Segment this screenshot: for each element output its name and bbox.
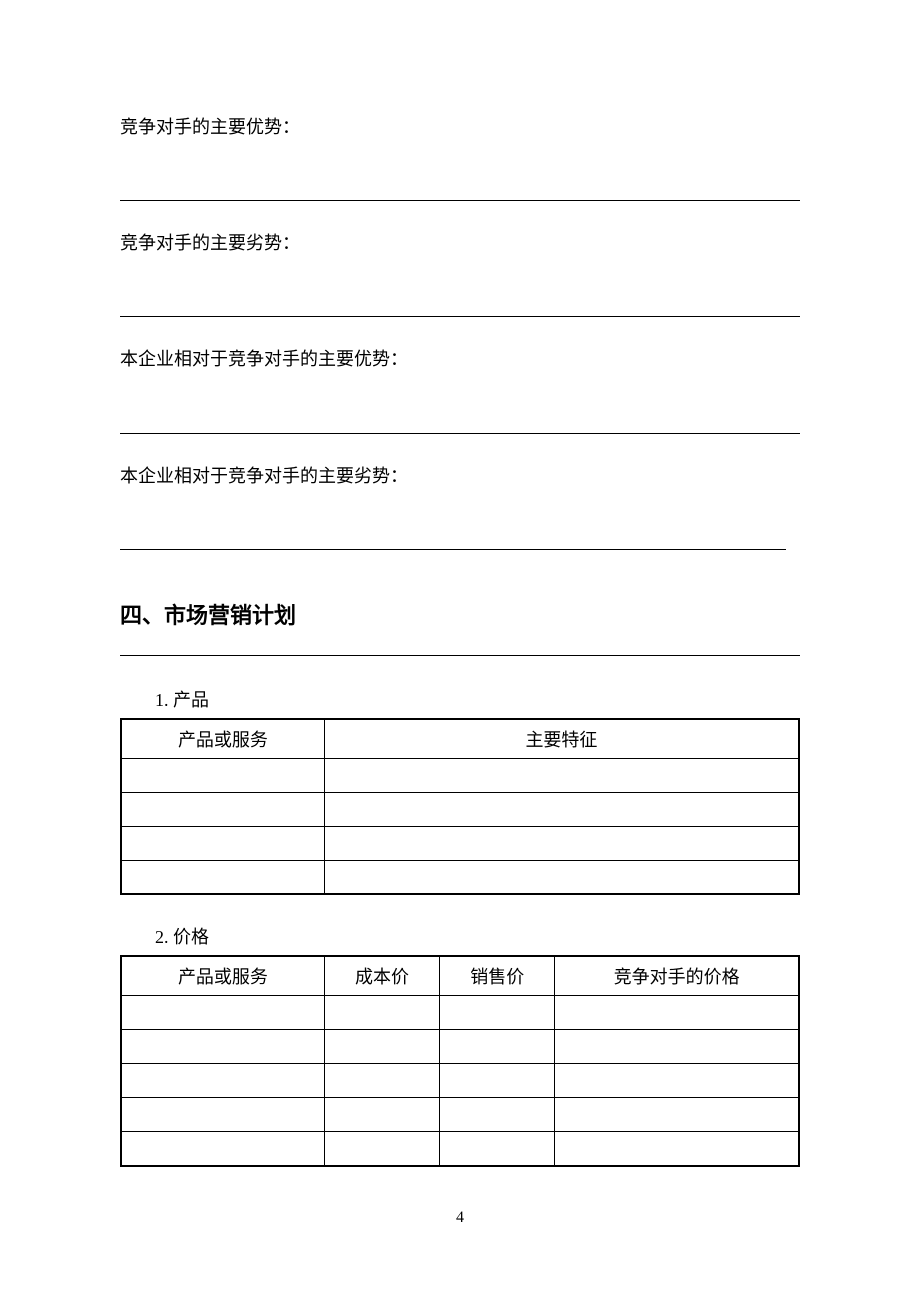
product-service-header: 产品或服务 bbox=[121, 719, 324, 759]
table-header-row: 产品或服务 成本价 销售价 竞争对手的价格 bbox=[121, 956, 799, 996]
section-rule bbox=[120, 655, 800, 656]
our-disadvantage-prompt: 本企业相对于竞争对手的主要劣势： bbox=[120, 464, 800, 489]
page-number: 4 bbox=[0, 1209, 920, 1227]
fill-line bbox=[120, 433, 800, 434]
cost-price-header: 成本价 bbox=[324, 956, 439, 996]
competitor-disadvantage-prompt: 竞争对手的主要劣势： bbox=[120, 231, 800, 256]
item-1-label: 1. 产品 bbox=[155, 686, 800, 712]
table-row bbox=[121, 996, 799, 1030]
table-row bbox=[121, 758, 799, 792]
fill-line bbox=[120, 200, 800, 201]
fill-line bbox=[120, 549, 786, 550]
competitor-advantage-prompt: 竞争对手的主要优势： bbox=[120, 115, 800, 140]
product-service-header: 产品或服务 bbox=[121, 956, 324, 996]
table-row bbox=[121, 860, 799, 894]
table-row bbox=[121, 1030, 799, 1064]
our-advantage-prompt: 本企业相对于竞争对手的主要优势： bbox=[120, 347, 800, 372]
price-table: 产品或服务 成本价 销售价 竞争对手的价格 bbox=[120, 955, 800, 1167]
table-row bbox=[121, 1098, 799, 1132]
table-row bbox=[121, 792, 799, 826]
competitor-price-header: 竞争对手的价格 bbox=[555, 956, 799, 996]
table-row bbox=[121, 1132, 799, 1166]
table-header-row: 产品或服务 主要特征 bbox=[121, 719, 799, 759]
main-feature-header: 主要特征 bbox=[324, 719, 799, 759]
item-2-label: 2. 价格 bbox=[155, 923, 800, 949]
sale-price-header: 销售价 bbox=[440, 956, 555, 996]
product-table: 产品或服务 主要特征 bbox=[120, 718, 800, 896]
table-row bbox=[121, 1064, 799, 1098]
fill-line bbox=[120, 316, 800, 317]
table-row bbox=[121, 826, 799, 860]
section-4-heading: 四、市场营销计划 bbox=[120, 598, 800, 630]
